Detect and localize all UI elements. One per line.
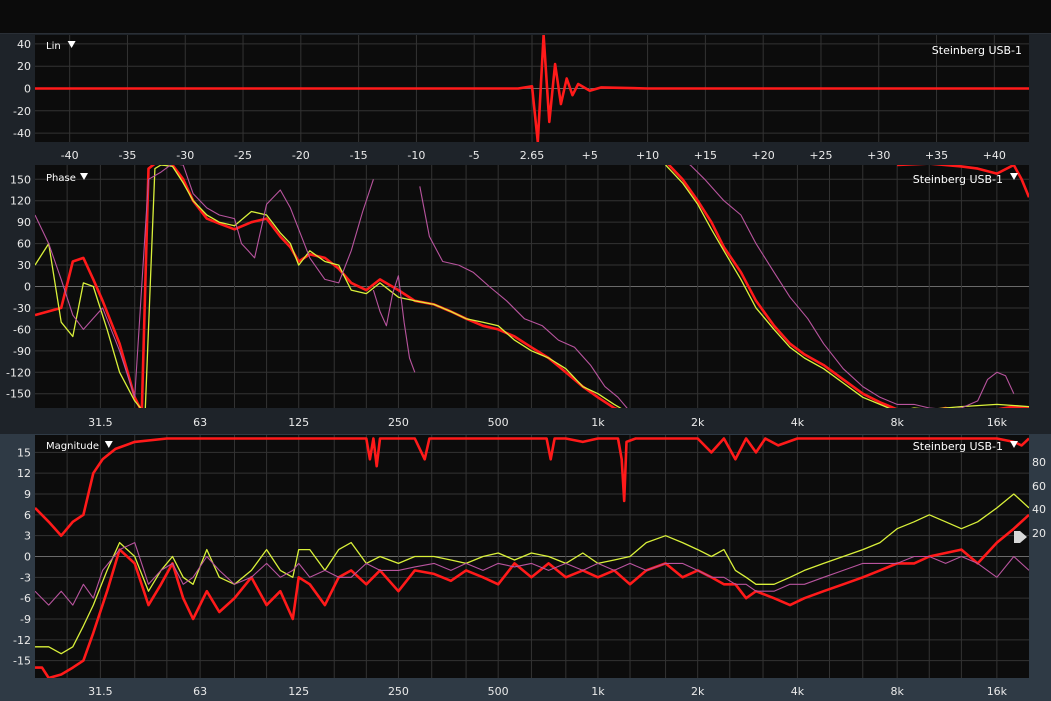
phase-x-tick-label: 8k — [890, 416, 904, 429]
impulse-device-label: Steinberg USB-1 — [932, 44, 1022, 57]
impulse-y-tick-label: -40 — [13, 127, 31, 140]
magnitude-x-tick-label: 4k — [791, 685, 805, 698]
phase-device-label: Steinberg USB-1 — [913, 173, 1003, 186]
phase-panel: 150 120 90 60 30 0 -30 -60 -90 -120 -150 31.5 63 125 2… — [0, 164, 1051, 434]
magnitude-y-tick-label: -12 — [13, 634, 31, 647]
magnitude-y-tick-label: 9 — [24, 488, 31, 501]
impulse-x-tick-label: +15 — [694, 149, 717, 162]
phase-dropdown-label: Phase — [46, 173, 76, 184]
magnitude-right-tick-label: 40 — [1032, 503, 1046, 516]
phase-x-tick-label: 125 — [288, 416, 309, 429]
magnitude-x-tick-label: 16k — [987, 685, 1008, 698]
phase-y-tick-label: 0 — [24, 281, 31, 294]
phase-y-tick-label: -30 — [13, 302, 31, 315]
magnitude-x-tick-label: 1k — [591, 685, 605, 698]
phase-y-tick-label: 120 — [10, 195, 31, 208]
impulse-panel: 40 20 0 -20 -40 -40 -35 -30 -25 -20 -15 -10 -5 2.65 +5… — [0, 34, 1051, 164]
magnitude-right-tick-label: 80 — [1032, 456, 1046, 469]
magnitude-right-tick-label: 60 — [1032, 480, 1046, 493]
magnitude-x-tick-label: 63 — [193, 685, 207, 698]
magnitude-y-tick-label: 12 — [17, 467, 31, 480]
impulse-x-tick-label: 2.65 — [520, 149, 545, 162]
impulse-x-tick-label: +35 — [925, 149, 948, 162]
magnitude-x-tick-label: 31.5 — [88, 685, 113, 698]
magnitude-y-tick-label: -6 — [20, 592, 31, 605]
impulse-x-tick-label: +30 — [867, 149, 890, 162]
magnitude-x-tick-label: 2k — [691, 685, 705, 698]
impulse-y-tick-label: 20 — [17, 60, 31, 73]
impulse-x-tick-label: +25 — [809, 149, 832, 162]
magnitude-y-tick-label: 15 — [17, 446, 31, 459]
impulse-y-tick-label: -20 — [13, 105, 31, 118]
phase-y-tick-label: -150 — [6, 388, 31, 401]
phase-x-tick-label: 31.5 — [88, 416, 113, 429]
magnitude-x-tick-label: 125 — [288, 685, 309, 698]
phase-y-tick-label: 150 — [10, 173, 31, 186]
magnitude-y-tick-label: 0 — [24, 551, 31, 564]
magnitude-right-tick-label: 20 — [1032, 527, 1046, 540]
phase-x-tick-label: 250 — [388, 416, 409, 429]
magnitude-x-tick-label: 8k — [890, 685, 904, 698]
impulse-x-tick-label: -10 — [407, 149, 425, 162]
phase-x-tick-label: 500 — [488, 416, 509, 429]
impulse-x-tick-label: -25 — [234, 149, 252, 162]
magnitude-chart[interactable]: 15129630-3-6-9-12-1531.5 63 125 250 500 1k 2k 4… — [0, 434, 1051, 701]
phase-y-tick-label: 30 — [17, 259, 31, 272]
magnitude-y-tick-label: 6 — [24, 509, 31, 522]
magnitude-x-tick-label: 500 — [488, 685, 509, 698]
top-bar — [0, 0, 1051, 34]
impulse-y-tick-label: 40 — [17, 38, 31, 51]
phase-x-tick-label: 63 — [193, 416, 207, 429]
phase-y-tick-label: 60 — [17, 238, 31, 251]
phase-x-tick-label: 1k — [591, 416, 605, 429]
phase-x-tick-label: 4k — [791, 416, 805, 429]
impulse-y-tick-label: 0 — [24, 83, 31, 96]
magnitude-x-tick-label: 250 — [388, 685, 409, 698]
magnitude-device-label: Steinberg USB-1 — [913, 440, 1003, 453]
phase-chart[interactable]: 150 120 90 60 30 0 -30 -60 -90 -120 -150 31.5 63 125 2… — [0, 164, 1051, 434]
phase-x-tick-label: 16k — [987, 416, 1008, 429]
magnitude-panel: 15 12 9 6 3 0 -3 -6 -9 -12 -15 31.5 63 125 250 500 1k 2k 4… — [0, 434, 1051, 701]
phase-y-tick-label: 90 — [17, 216, 31, 229]
impulse-x-tick-label: -40 — [61, 149, 79, 162]
impulse-x-tick-label: -15 — [350, 149, 368, 162]
impulse-x-tick-label: +40 — [983, 149, 1006, 162]
impulse-chart[interactable]: 40 20 0 -20 -40 -40 -35 -30 -25 -20 -15 -10 -5 2.65 +5… — [0, 34, 1051, 164]
phase-y-tick-label: -120 — [6, 366, 31, 379]
magnitude-y-tick-label: -15 — [13, 655, 31, 668]
phase-y-tick-label: -60 — [13, 323, 31, 336]
impulse-x-tick-label: +5 — [582, 149, 598, 162]
phase-y-tick-label: -90 — [13, 345, 31, 358]
impulse-x-tick-label: -35 — [118, 149, 136, 162]
impulse-x-tick-label: -30 — [176, 149, 194, 162]
phase-x-tick-label: 2k — [691, 416, 705, 429]
impulse-dropdown-label: Lin — [46, 41, 61, 52]
magnitude-dropdown-label: Magnitude — [46, 441, 99, 452]
magnitude-y-tick-label: -3 — [20, 571, 31, 584]
impulse-x-tick-label: -5 — [469, 149, 480, 162]
impulse-x-tick-label: -20 — [292, 149, 310, 162]
impulse-x-tick-label: +10 — [636, 149, 659, 162]
magnitude-y-tick-label: 3 — [24, 530, 31, 543]
impulse-x-tick-label: +20 — [752, 149, 775, 162]
magnitude-y-tick-label: -9 — [20, 613, 31, 626]
